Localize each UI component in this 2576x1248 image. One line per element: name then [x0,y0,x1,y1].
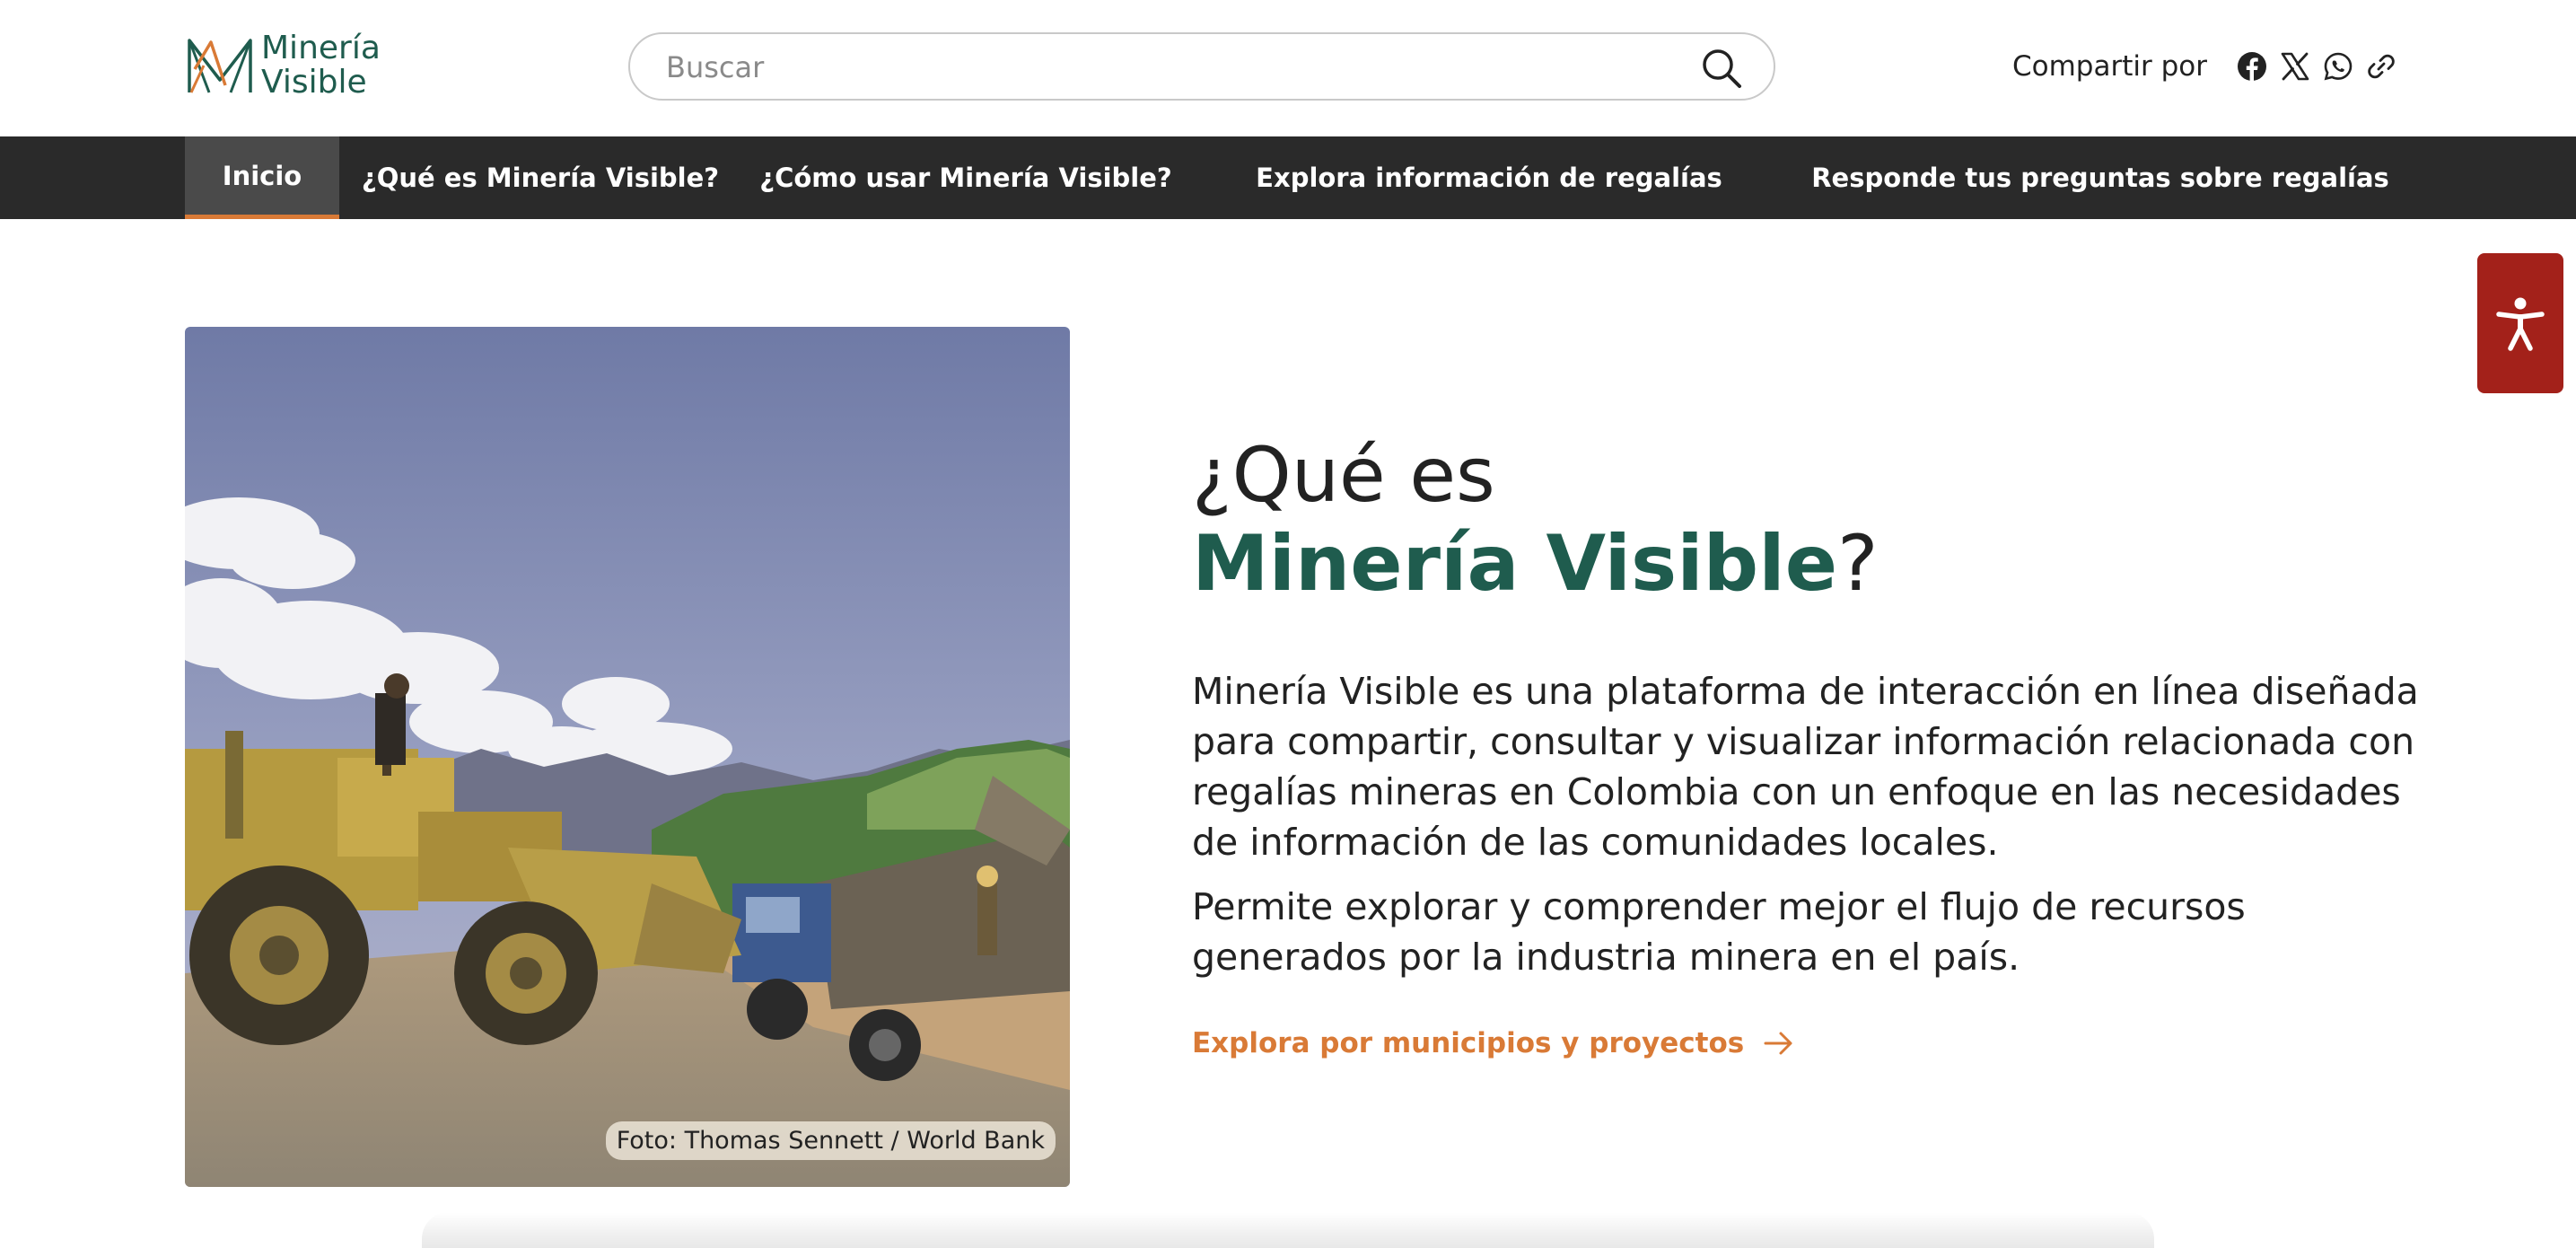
nav-item-que-es[interactable]: ¿Qué es Minería Visible? [361,136,720,219]
mining-bulldozer-photo [185,327,1070,1187]
whatsapp-icon[interactable] [2320,48,2356,84]
share-section: Compartir por [2012,41,2406,92]
nav-item-responde-preguntas[interactable]: Responde tus preguntas sobre regalías [1811,136,2389,219]
title-line1: ¿Qué es [1192,431,1495,519]
explore-municipalities-link[interactable]: Explora por municipios y proyectos [1192,1027,1794,1059]
site-logo[interactable]: Minería Visible [184,29,408,102]
mineria-visible-logo-icon [188,39,252,93]
search-button[interactable] [1700,47,1743,90]
next-section-edge [422,1212,2154,1248]
description-paragraph: Permite explorar y comprender mejor el f… [1192,885,2246,979]
hero-description: Minería Visible es una plataforma de int… [1192,666,2431,997]
search-icon [1703,49,1741,88]
page-title: ¿Qué es Minería Visible? [1192,431,2449,609]
facebook-icon[interactable] [2234,48,2270,84]
cta-label: Explora por municipios y proyectos [1192,1027,1745,1059]
nav-item-label: Inicio [222,160,302,191]
nav-item-label: ¿Qué es Minería Visible? [361,163,720,193]
x-icon[interactable] [2277,48,2313,84]
nav-item-label: Responde tus preguntas sobre regalías [1811,163,2389,193]
main-nav: Inicio ¿Qué es Minería Visible? ¿Cómo us… [0,136,2576,219]
title-suffix: ? [1837,519,1879,609]
search-input[interactable] [666,45,1653,90]
description-paragraph: Minería Visible es una plataforma de int… [1192,670,2419,864]
link-icon[interactable] [2363,48,2399,84]
nav-item-como-usar[interactable]: ¿Cómo usar Minería Visible? [759,136,1171,219]
logo-line1: Minería [261,30,381,66]
logo-text: Minería Visible [261,31,381,100]
site-header: Minería Visible Compartir por [0,0,2576,136]
nav-item-inicio[interactable]: Inicio [185,136,339,219]
search-bar [628,32,1775,101]
hero-photo: Foto: Thomas Sennett / World Bank [185,327,1070,1187]
logo-line2: Visible [261,64,367,101]
photo-credit: Foto: Thomas Sennett / World Bank [605,1121,1056,1160]
accessibility-icon [2496,297,2545,351]
share-label: Compartir por [2012,50,2207,83]
arrow-right-icon [1764,1032,1792,1055]
nav-item-explora-regalias[interactable]: Explora información de regalías [1256,136,1741,219]
title-brand: Minería Visible [1192,519,1838,609]
title-line2: Minería Visible? [1192,519,2449,609]
nav-item-label: Explora información de regalías [1256,163,1722,193]
accessibility-button[interactable] [2477,253,2563,393]
nav-item-label: ¿Cómo usar Minería Visible? [759,163,1172,193]
